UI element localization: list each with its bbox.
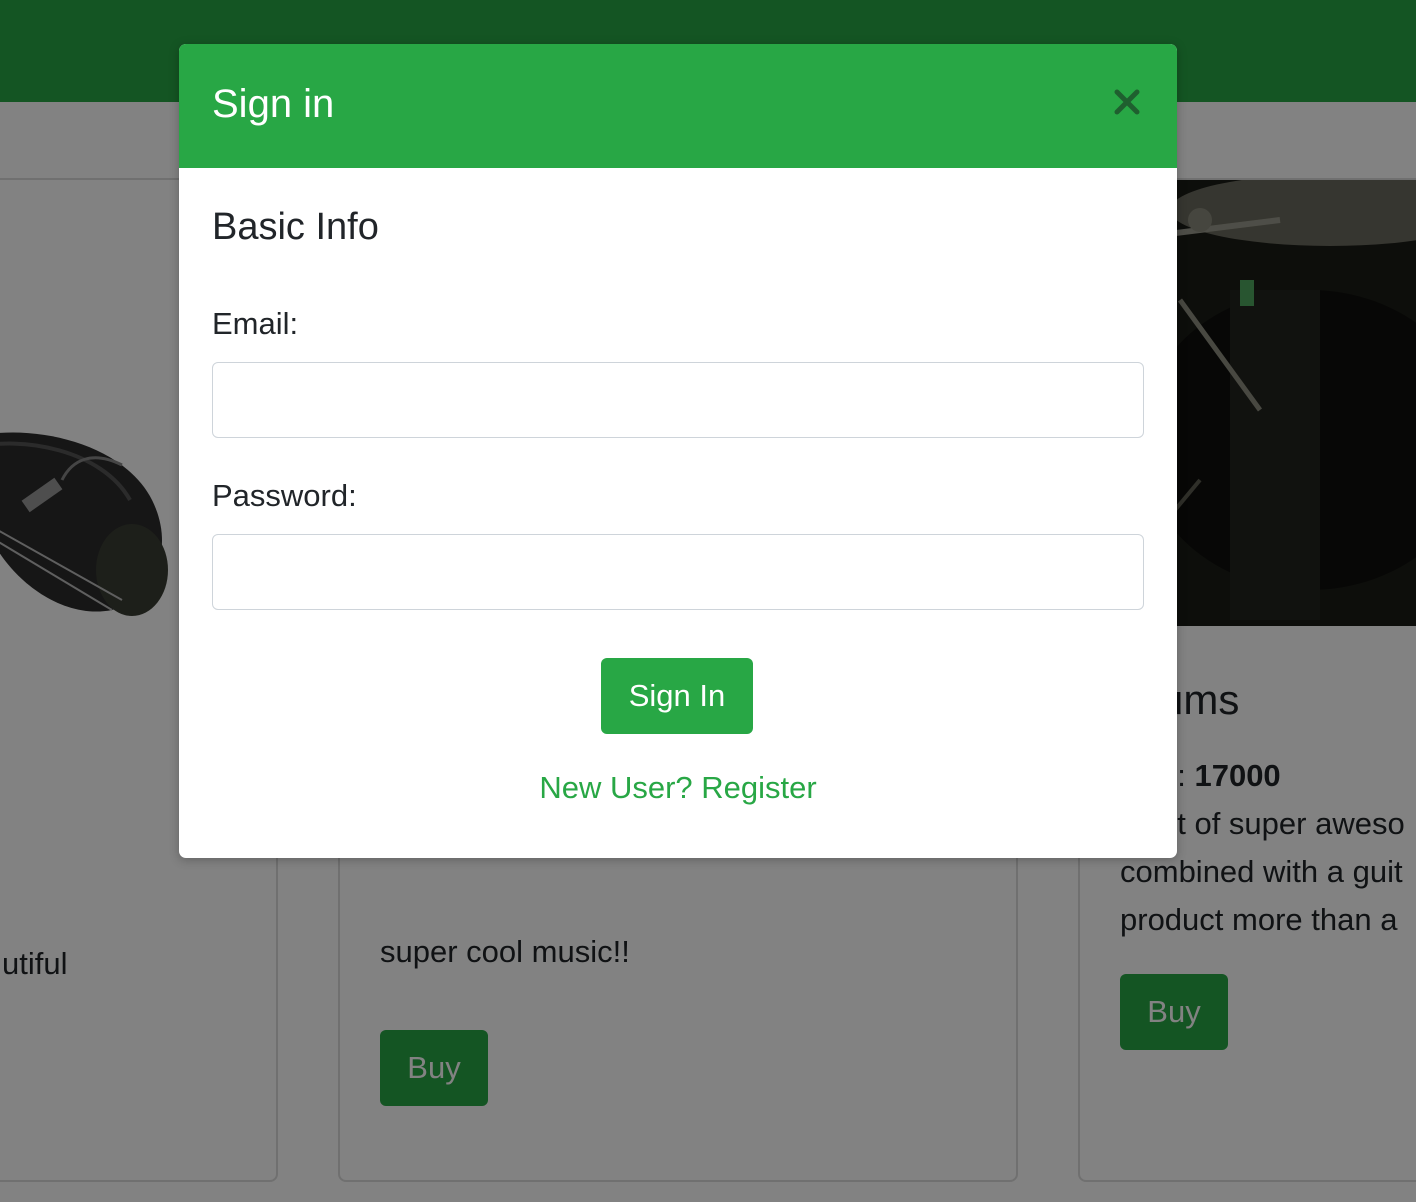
sign-in-button[interactable]: Sign In [601, 658, 753, 734]
sign-in-modal: Sign in Basic Info Email: Password: Sign… [179, 44, 1177, 858]
close-button[interactable] [1107, 82, 1147, 122]
register-link[interactable]: New User? Register [179, 770, 1177, 806]
email-label: Email: [212, 306, 299, 341]
password-field[interactable] [212, 534, 1144, 610]
password-label: Password: [212, 478, 357, 513]
modal-header: Sign in [179, 44, 1177, 168]
modal-title: Sign in [212, 82, 335, 126]
close-icon [1114, 80, 1140, 125]
email-field[interactable] [212, 362, 1144, 438]
section-title: Basic Info [212, 206, 379, 248]
